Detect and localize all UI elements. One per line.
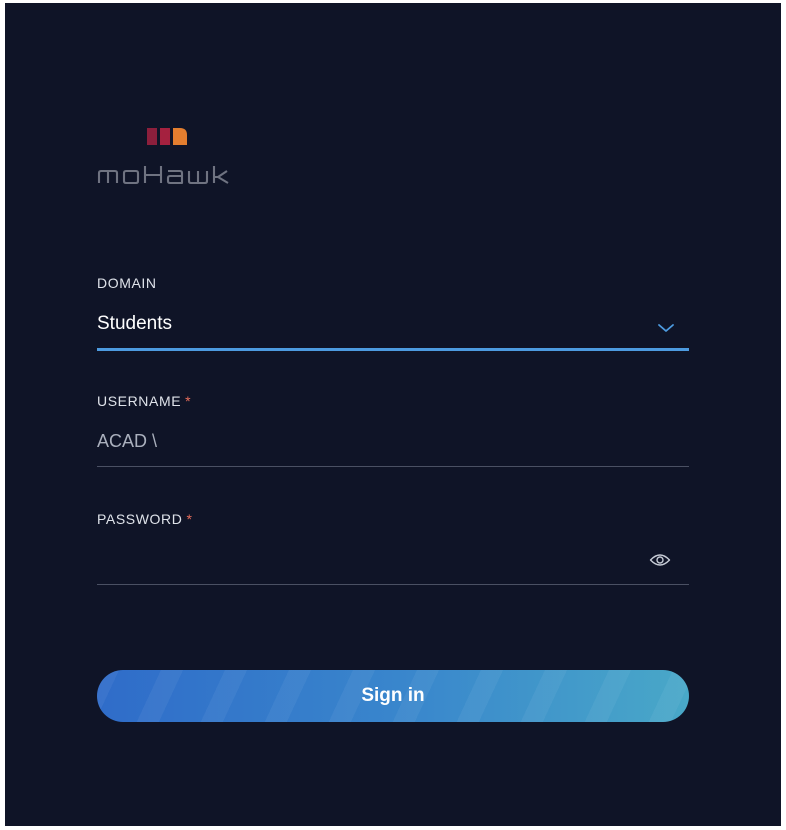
mohawk-logo (97, 125, 247, 185)
logo-bars-icon (147, 128, 187, 145)
domain-selected-value: Students (97, 313, 172, 334)
login-panel: DOMAIN Students USERNAME * ACAD \ PASSWOR… (5, 3, 781, 826)
domain-field: DOMAIN Students (97, 273, 689, 353)
domain-select[interactable]: Students (97, 303, 689, 351)
username-required-mark: * (185, 393, 192, 409)
username-label-text: USERNAME (97, 393, 182, 409)
domain-underline (97, 348, 689, 351)
password-field: PASSWORD * (97, 509, 689, 589)
sign-in-button[interactable]: Sign in (97, 670, 689, 722)
username-field: USERNAME * ACAD \ (97, 391, 689, 471)
username-input[interactable]: ACAD \ (97, 421, 689, 465)
eye-icon[interactable] (649, 552, 671, 568)
password-required-mark: * (186, 511, 193, 527)
logo-wordmark (97, 166, 229, 185)
password-input[interactable] (97, 543, 627, 579)
password-label-text: PASSWORD (97, 511, 183, 527)
domain-label: DOMAIN (97, 275, 157, 291)
password-label: PASSWORD * (97, 511, 193, 527)
username-label: USERNAME * (97, 393, 191, 409)
username-underline (97, 466, 689, 467)
password-underline (97, 584, 689, 585)
username-prefix: ACAD \ (97, 431, 158, 451)
chevron-down-icon (658, 324, 674, 332)
